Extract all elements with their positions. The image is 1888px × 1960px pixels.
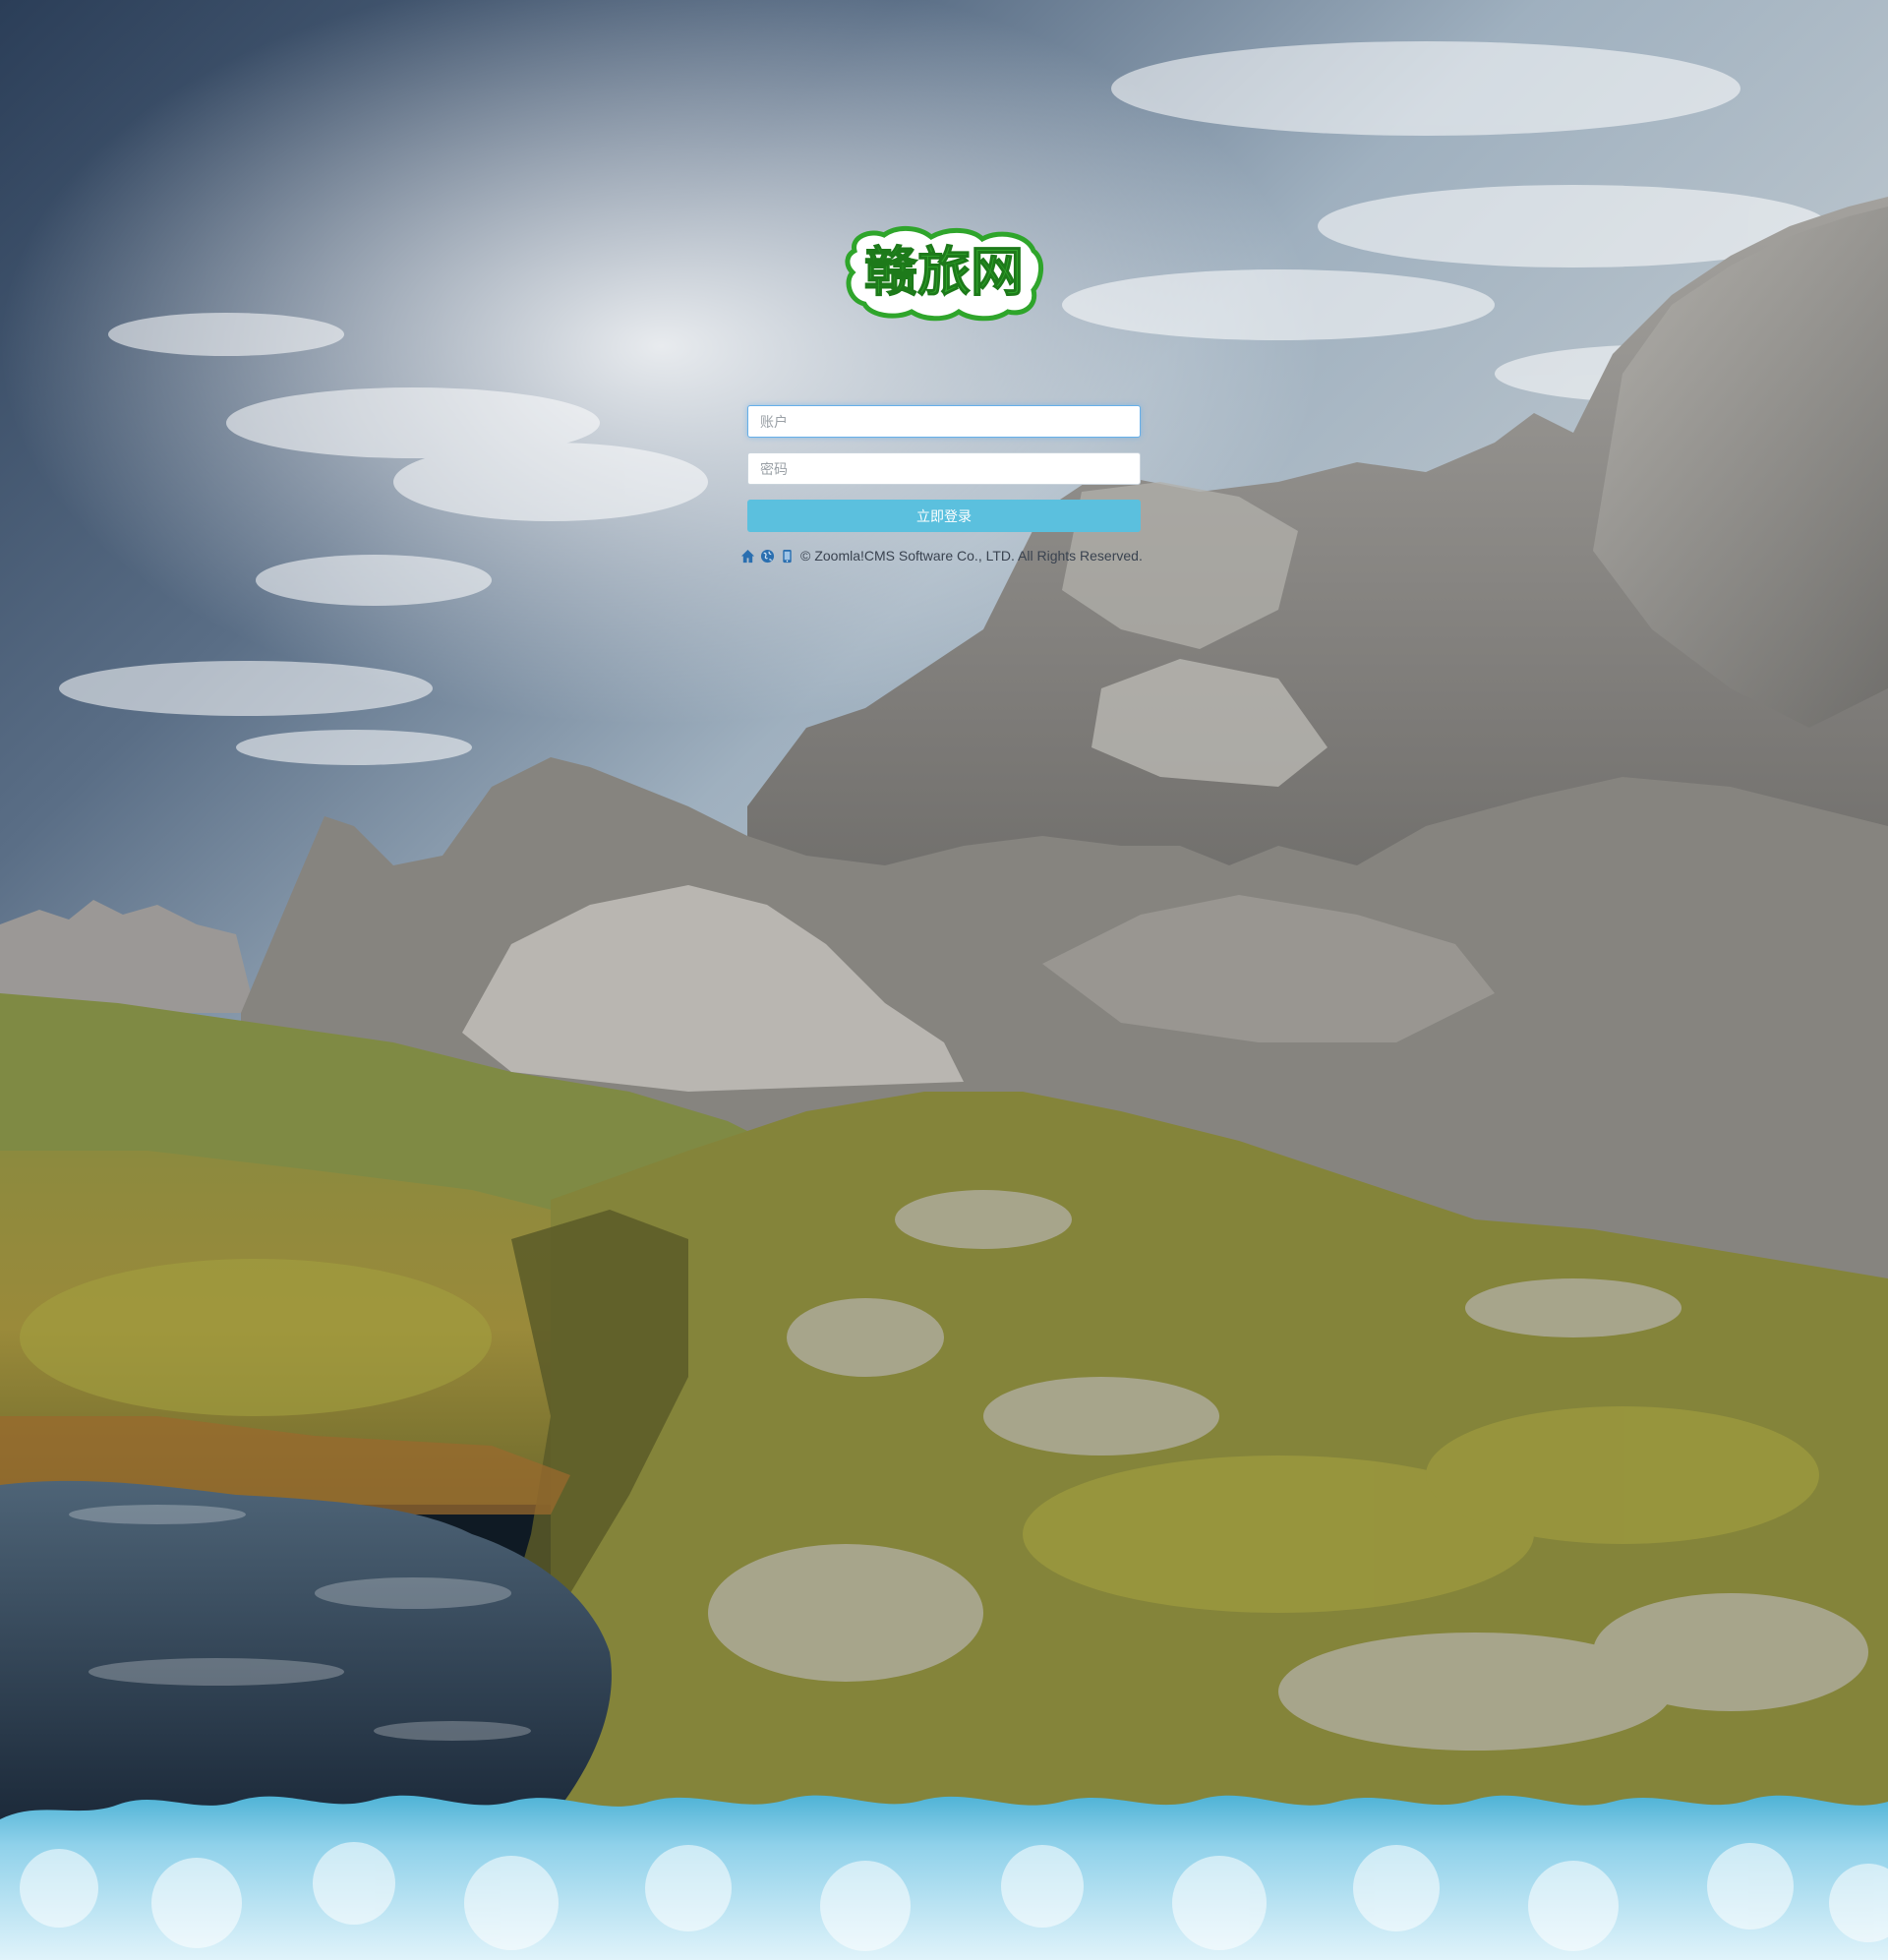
home-icon[interactable]: [739, 548, 755, 564]
logo-text: 赣旅网: [864, 241, 1024, 303]
password-input[interactable]: [747, 452, 1141, 485]
login-page: 赣旅网 立即登录 © Zoomla!CMS Software Co., LTD.…: [0, 0, 1888, 1960]
mobile-icon[interactable]: [779, 548, 795, 564]
login-form: 立即登录: [747, 405, 1141, 532]
account-input[interactable]: [747, 405, 1141, 438]
site-logo: 赣旅网: [841, 221, 1047, 325]
login-button[interactable]: 立即登录: [747, 500, 1141, 532]
copyright-text: Zoomla!CMS Software Co., LTD. All Rights…: [814, 548, 1143, 564]
copyright-symbol: ©: [800, 548, 811, 564]
footer: © Zoomla!CMS Software Co., LTD. All Righ…: [739, 547, 1143, 564]
globe-icon[interactable]: [759, 548, 775, 564]
